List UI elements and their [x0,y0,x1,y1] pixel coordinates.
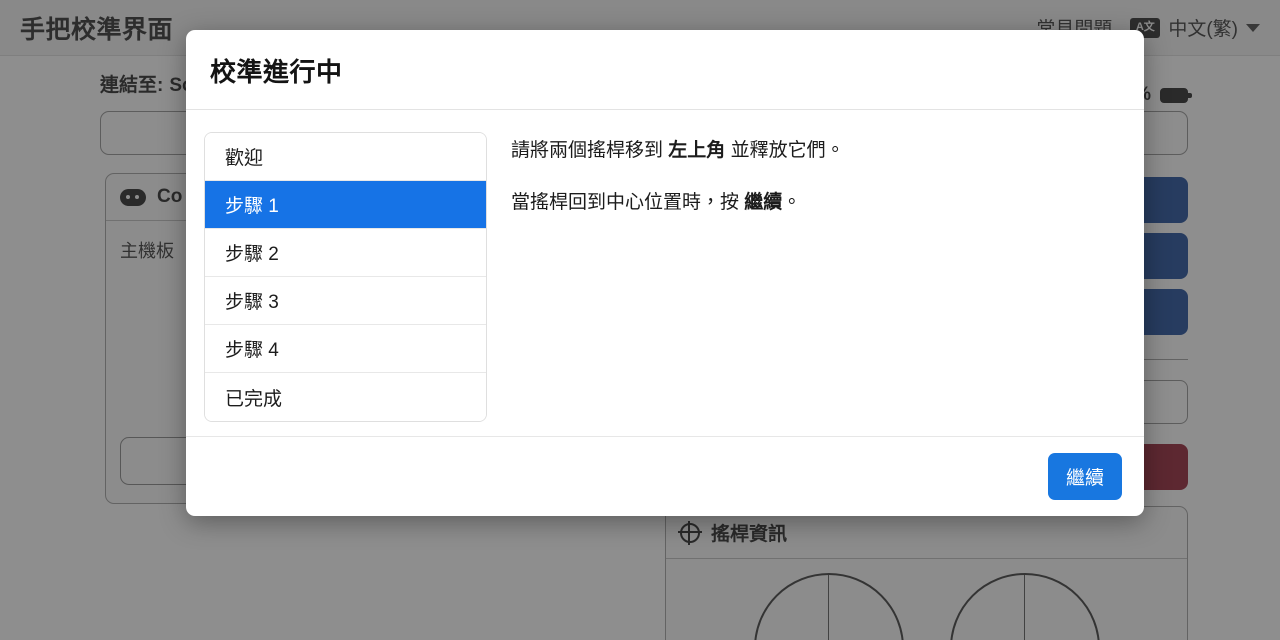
step-item-1[interactable]: 步驟 1 [205,181,486,229]
step-item-0[interactable]: 歡迎 [205,133,486,181]
step-item-label: 已完成 [225,388,283,410]
step-item-3[interactable]: 步驟 3 [205,277,486,325]
instruction-text: 並釋放它們。 [725,140,845,161]
continue-button[interactable]: 繼續 [1047,453,1122,500]
calibration-steps-list: 歡迎步驟 1 步驟 2 步驟 3 步驟 4 已完成 [204,132,487,422]
step-item-2[interactable]: 步驟 2 [205,229,486,277]
modal-header: 校準進行中 [186,30,1144,110]
instruction-text: 請將兩個搖桿移到 [511,140,669,161]
screen: 手把校準界面 常見問題 A文 中文(繁) 連結至: So 100% [0,0,1280,640]
modal-footer: 繼續 [186,436,1144,516]
instruction-emphasis: 繼續 [744,192,783,214]
instruction-text: 當搖桿回到中心位置時，按 [511,192,745,214]
step-item-label: 步驟 4 [225,340,279,361]
instruction-text: 。 [782,192,802,214]
step-item-5[interactable]: 已完成 [205,373,486,421]
modal-body: 歡迎步驟 1 步驟 2 步驟 3 步驟 4 已完成 請將兩個搖桿移到 左上角 並釋放它們… [186,110,1144,436]
instruction-emphasis: 左上角 [668,140,726,161]
calibration-modal: 校準進行中 歡迎步驟 1 步驟 2 步驟 3 步驟 4 已完成 請將兩個搖桿移到 左上角… [186,30,1144,516]
calibration-instructions: 請將兩個搖桿移到 左上角 並釋放它們。 當搖桿回到中心位置時，按 繼續。 [511,132,1120,426]
instruction-line-1: 當搖桿回到中心位置時，按 繼續。 [511,188,1120,218]
instruction-line-0: 請將兩個搖桿移到 左上角 並釋放它們。 [511,136,1120,166]
step-item-label: 步驟 3 [225,292,279,313]
step-item-label: 步驟 1 [225,196,279,217]
step-item-label: 歡迎 [225,148,264,169]
step-item-4[interactable]: 步驟 4 [205,325,486,373]
step-item-label: 步驟 2 [225,244,279,265]
modal-title: 校準進行中 [210,57,343,87]
